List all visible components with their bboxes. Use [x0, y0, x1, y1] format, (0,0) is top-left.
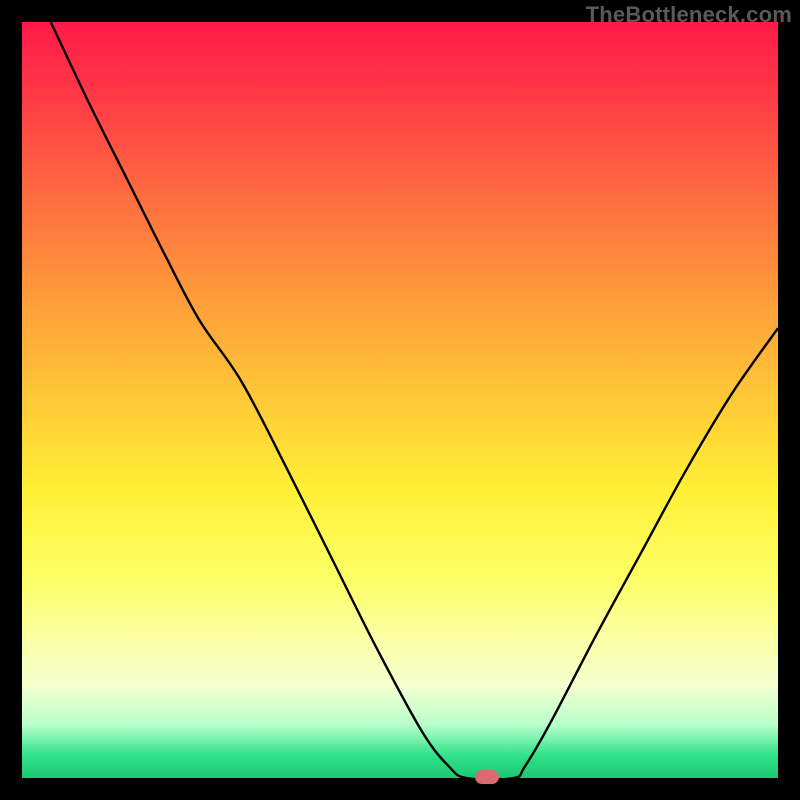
- bottleneck-curve: [22, 22, 778, 778]
- critical-point-marker: [475, 770, 499, 784]
- chart-frame: TheBottleneck.com: [0, 0, 800, 800]
